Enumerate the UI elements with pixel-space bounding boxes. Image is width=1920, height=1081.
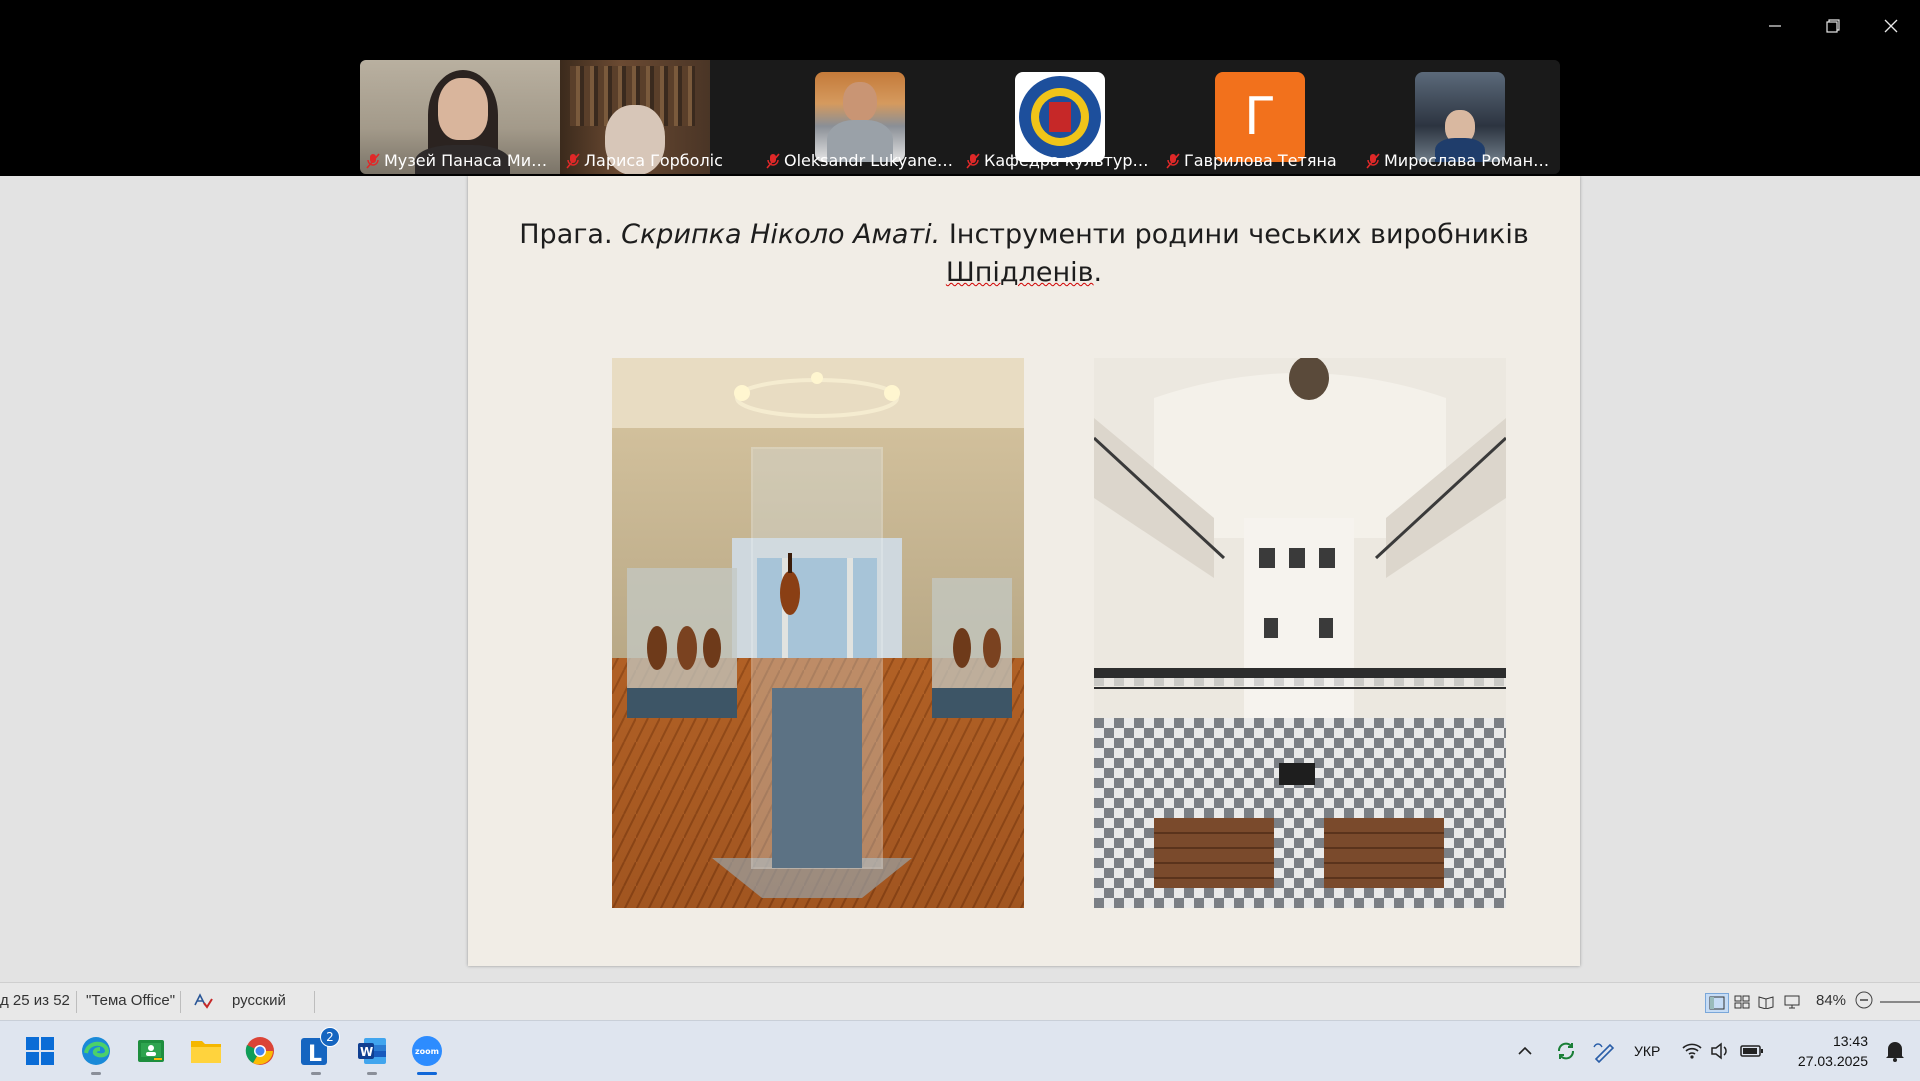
participant-avatar xyxy=(815,72,905,162)
word-icon: W xyxy=(358,1038,386,1064)
zoom-slider[interactable] xyxy=(1880,1001,1920,1003)
mic-muted-icon xyxy=(566,152,580,169)
start-button[interactable] xyxy=(20,1031,60,1071)
window-controls xyxy=(1746,0,1920,52)
participant-name: Oleksandr Lukyanenko xyxy=(766,151,956,170)
slide-title[interactable]: Прага. Скрипка Ніколо Аматі. Інструменти… xyxy=(488,216,1560,292)
participant-tile[interactable]: Мирослава Романенко xyxy=(1360,60,1560,174)
close-icon xyxy=(1884,19,1898,33)
svg-text:zoom: zoom xyxy=(415,1047,439,1056)
zoom-out-button[interactable] xyxy=(1854,990,1874,1014)
chrome-icon xyxy=(245,1037,274,1065)
clock-time: 13:43 xyxy=(1832,1033,1868,1049)
slideshow-button[interactable] xyxy=(1781,993,1803,1011)
svg-text:L: L xyxy=(308,1042,322,1067)
participant-avatar: Г xyxy=(1215,72,1305,162)
violin-room-photo[interactable] xyxy=(612,358,1024,908)
participant-tile[interactable]: Лариса Горболіс xyxy=(560,60,760,174)
participant-avatar xyxy=(1415,72,1505,162)
taskbar-word[interactable]: W xyxy=(352,1031,392,1075)
clock[interactable]: 13:43 27.03.2025 xyxy=(1798,1031,1868,1071)
close-button[interactable] xyxy=(1862,0,1920,52)
spellcheck-icon[interactable] xyxy=(192,989,214,1015)
keyboard-language[interactable]: УКР xyxy=(1634,1043,1660,1059)
mic-muted-icon xyxy=(366,152,380,169)
minimize-icon xyxy=(1769,25,1781,27)
participant-tile[interactable]: Музей Панаса Мирно... xyxy=(360,60,560,174)
slide-sorter-icon xyxy=(1734,995,1750,1009)
classroom-icon xyxy=(138,1040,164,1062)
clock-date: 27.03.2025 xyxy=(1797,1053,1868,1069)
taskbar-classroom[interactable] xyxy=(131,1031,171,1071)
chevron-up-icon[interactable] xyxy=(1516,1042,1534,1060)
participant-gallery: Музей Панаса Мирно... Лариса Горболіс Ol… xyxy=(360,60,1560,174)
music-hall-photo[interactable] xyxy=(1094,358,1506,908)
zoom-top-bar: Музей Панаса Мирно... Лариса Горболіс Ol… xyxy=(0,0,1920,176)
taskbar-edge[interactable] xyxy=(76,1031,116,1075)
participant-name: Лариса Горболіс xyxy=(566,151,756,170)
folder-icon xyxy=(191,1041,221,1063)
participant-tile[interactable]: Г Гаврилова Тетяна xyxy=(1160,60,1360,174)
avatar-letter: Г xyxy=(1244,87,1276,147)
slide-sorter-button[interactable] xyxy=(1731,993,1753,1011)
reading-view-button[interactable] xyxy=(1755,993,1777,1011)
participant-name: Гаврилова Тетяна xyxy=(1166,151,1356,170)
mic-muted-icon xyxy=(1366,152,1380,169)
volume-icon[interactable] xyxy=(1710,1042,1730,1060)
participant-tile[interactable]: Кафедра культурологі... xyxy=(960,60,1160,174)
mic-muted-icon xyxy=(766,152,780,169)
restore-icon xyxy=(1826,19,1840,33)
notification-badge: 2 xyxy=(320,1027,340,1047)
taskbar-chrome[interactable] xyxy=(240,1031,280,1071)
minimize-button[interactable] xyxy=(1746,0,1804,52)
mic-muted-icon xyxy=(966,152,980,169)
windows-icon xyxy=(26,1037,54,1065)
participant-avatar xyxy=(1015,72,1105,162)
taskbar-file-explorer[interactable] xyxy=(186,1031,226,1071)
slide-counter: д 25 из 52 xyxy=(0,992,70,1009)
participant-tile[interactable]: Oleksandr Lukyanenko xyxy=(760,60,960,174)
participant-name: Кафедра культурологі... xyxy=(966,151,1156,170)
language-indicator[interactable]: русский xyxy=(232,992,286,1009)
mic-muted-icon xyxy=(1166,152,1180,169)
restore-button[interactable] xyxy=(1804,0,1862,52)
reading-view-icon xyxy=(1758,996,1774,1009)
normal-view-button[interactable] xyxy=(1705,993,1729,1013)
wifi-icon[interactable] xyxy=(1682,1042,1702,1060)
zoom-level[interactable]: 84% xyxy=(1816,992,1846,1009)
theme-name: "Тема Office" xyxy=(86,992,176,1009)
bell-icon xyxy=(1886,1042,1904,1062)
taskbar-zoom[interactable]: zoom xyxy=(407,1031,447,1075)
battery-icon[interactable] xyxy=(1740,1043,1764,1059)
status-bar: д 25 из 52 "Тема Office" русский 84% xyxy=(0,982,1920,1021)
normal-view-icon xyxy=(1709,996,1725,1010)
minus-icon xyxy=(1855,991,1873,1009)
pen-input-icon[interactable] xyxy=(1592,1039,1618,1063)
slideshow-icon xyxy=(1784,995,1800,1009)
taskbar: L 2 W zoom УКР 13:43 27.03.2025 xyxy=(0,1020,1920,1081)
zoom-icon: zoom xyxy=(412,1036,442,1066)
sync-icon[interactable] xyxy=(1554,1039,1578,1063)
notifications-button[interactable] xyxy=(1884,1039,1906,1067)
system-tray: УКР xyxy=(1516,1021,1764,1081)
edge-icon xyxy=(82,1037,110,1065)
taskbar-l-app[interactable]: L 2 xyxy=(296,1027,340,1075)
participant-name: Мирослава Романенко xyxy=(1366,151,1556,170)
participant-name: Музей Панаса Мирно... xyxy=(366,151,556,170)
svg-text:W: W xyxy=(360,1045,373,1059)
slide[interactable]: Прага. Скрипка Ніколо Аматі. Інструменти… xyxy=(468,176,1580,966)
presentation-area: Прага. Скрипка Ніколо Аматі. Інструменти… xyxy=(0,176,1920,1018)
